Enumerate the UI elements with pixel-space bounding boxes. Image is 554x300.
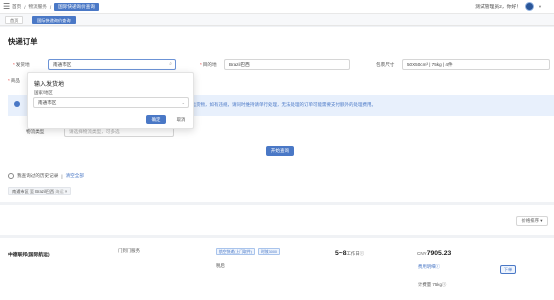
breadcrumb: 首页 / 物流服务 / 国际快递询价查询 <box>12 3 99 11</box>
notice-text: 不实发运货物，如有违规，请同时维持请单行处理，无法处理的订单可能需要支付额外的处… <box>178 102 376 107</box>
history-tag[interactable]: 南通市区 至 Brazil巴西 海运 × <box>8 187 72 195</box>
breadcrumb-logistics[interactable]: 物流服务 <box>28 4 46 10</box>
chevron-down-icon: ▼ <box>538 4 542 9</box>
popover-subtitle: 国家/地区 <box>34 90 53 95</box>
price: CNY7905.23 <box>417 250 452 257</box>
tab-home[interactable]: 首页 <box>5 16 24 24</box>
info-icon <box>14 101 20 107</box>
page-title: 快递订单 <box>8 37 38 46</box>
price-detail-link[interactable]: 费用明细ⓘ <box>418 264 440 270</box>
info-icon: ⓘ <box>435 264 440 269</box>
origin-popover: 输入发货地 国家/地区 南通市区 ⌄ <box>27 72 194 129</box>
clear-history-link[interactable]: 清空全部 <box>66 173 84 179</box>
tab-express-inquiry[interactable]: 国际快递询价查询 <box>32 16 76 24</box>
avatar[interactable] <box>525 2 535 11</box>
breadcrumb-separator: / <box>24 4 26 10</box>
divider: | <box>61 173 63 179</box>
service-tag: 时效3000 <box>258 248 281 255</box>
tax-note: 税后 <box>216 263 225 268</box>
top-bar: ☰ 首页 / 物流服务 / 国际快递询价查询 测试管理员2，你好！ ▼ <box>0 0 554 14</box>
breadcrumb-home[interactable]: 首页 <box>12 4 21 10</box>
destination-input[interactable]: Brazil巴西 <box>224 59 350 70</box>
product-label: *商品 <box>8 78 20 83</box>
menu-icon[interactable]: ☰ <box>3 2 10 12</box>
country-region-select[interactable]: 南通市区 ⌄ <box>33 97 189 108</box>
origin-label: *发货地 <box>13 62 30 67</box>
service-tag: 航空快递(上门取件) <box>216 248 255 255</box>
origin-input[interactable]: 南通市区 ⌕ <box>48 59 176 70</box>
history-label: 我查询过的历史记录 <box>17 173 59 178</box>
destination-label: *目的地 <box>200 62 217 67</box>
query-button[interactable]: 开始查询 <box>266 146 294 156</box>
chevron-down-icon: ⌄ <box>181 100 185 105</box>
sort-by-price-button[interactable]: 价格排序 ▾ <box>516 216 548 226</box>
result-row: 中德联邦(国际航运) 门到门服务 航空快递(上门取件) 时效3000 税后 5~… <box>0 238 554 300</box>
search-icon: ⌕ <box>169 61 172 67</box>
user-name: 测试管理员2，你好！ <box>475 5 522 10</box>
close-icon[interactable]: × <box>65 189 67 194</box>
logistics-type-label: 物流类型 <box>26 129 45 134</box>
package-size-input[interactable]: 50X50cm³ | 75kg | 4件 <box>402 59 550 70</box>
popover-title: 输入发货地 <box>34 82 65 88</box>
breadcrumb-separator: / <box>49 4 52 10</box>
carrier-name: 中德联邦(国际航运) <box>8 253 50 258</box>
breadcrumb-current: 国际快递询价查询 <box>54 3 99 11</box>
billing-weight: 计费量 75kgⓘ <box>418 282 447 287</box>
user-menu[interactable]: 测试管理员2，你好！ ▼ <box>475 2 542 11</box>
clock-icon <box>8 173 14 179</box>
cancel-button[interactable]: 取消 <box>172 115 190 124</box>
place-order-button[interactable]: 下单 <box>500 265 516 274</box>
history-header: 我查询过的历史记录 | 清空全部 <box>8 173 84 179</box>
sort-bar: 价格排序 ▾ <box>0 205 554 235</box>
package-size-label: 包裹尺寸 <box>376 62 395 67</box>
confirm-button[interactable]: 确定 <box>146 115 166 124</box>
service-type: 门到门服务 <box>118 248 140 253</box>
transit-time: 5~8工作日ⓘ <box>335 250 365 257</box>
info-icon: ⓘ <box>441 282 447 287</box>
tabs-bar: 首页 国际快递询价查询 <box>0 14 554 26</box>
